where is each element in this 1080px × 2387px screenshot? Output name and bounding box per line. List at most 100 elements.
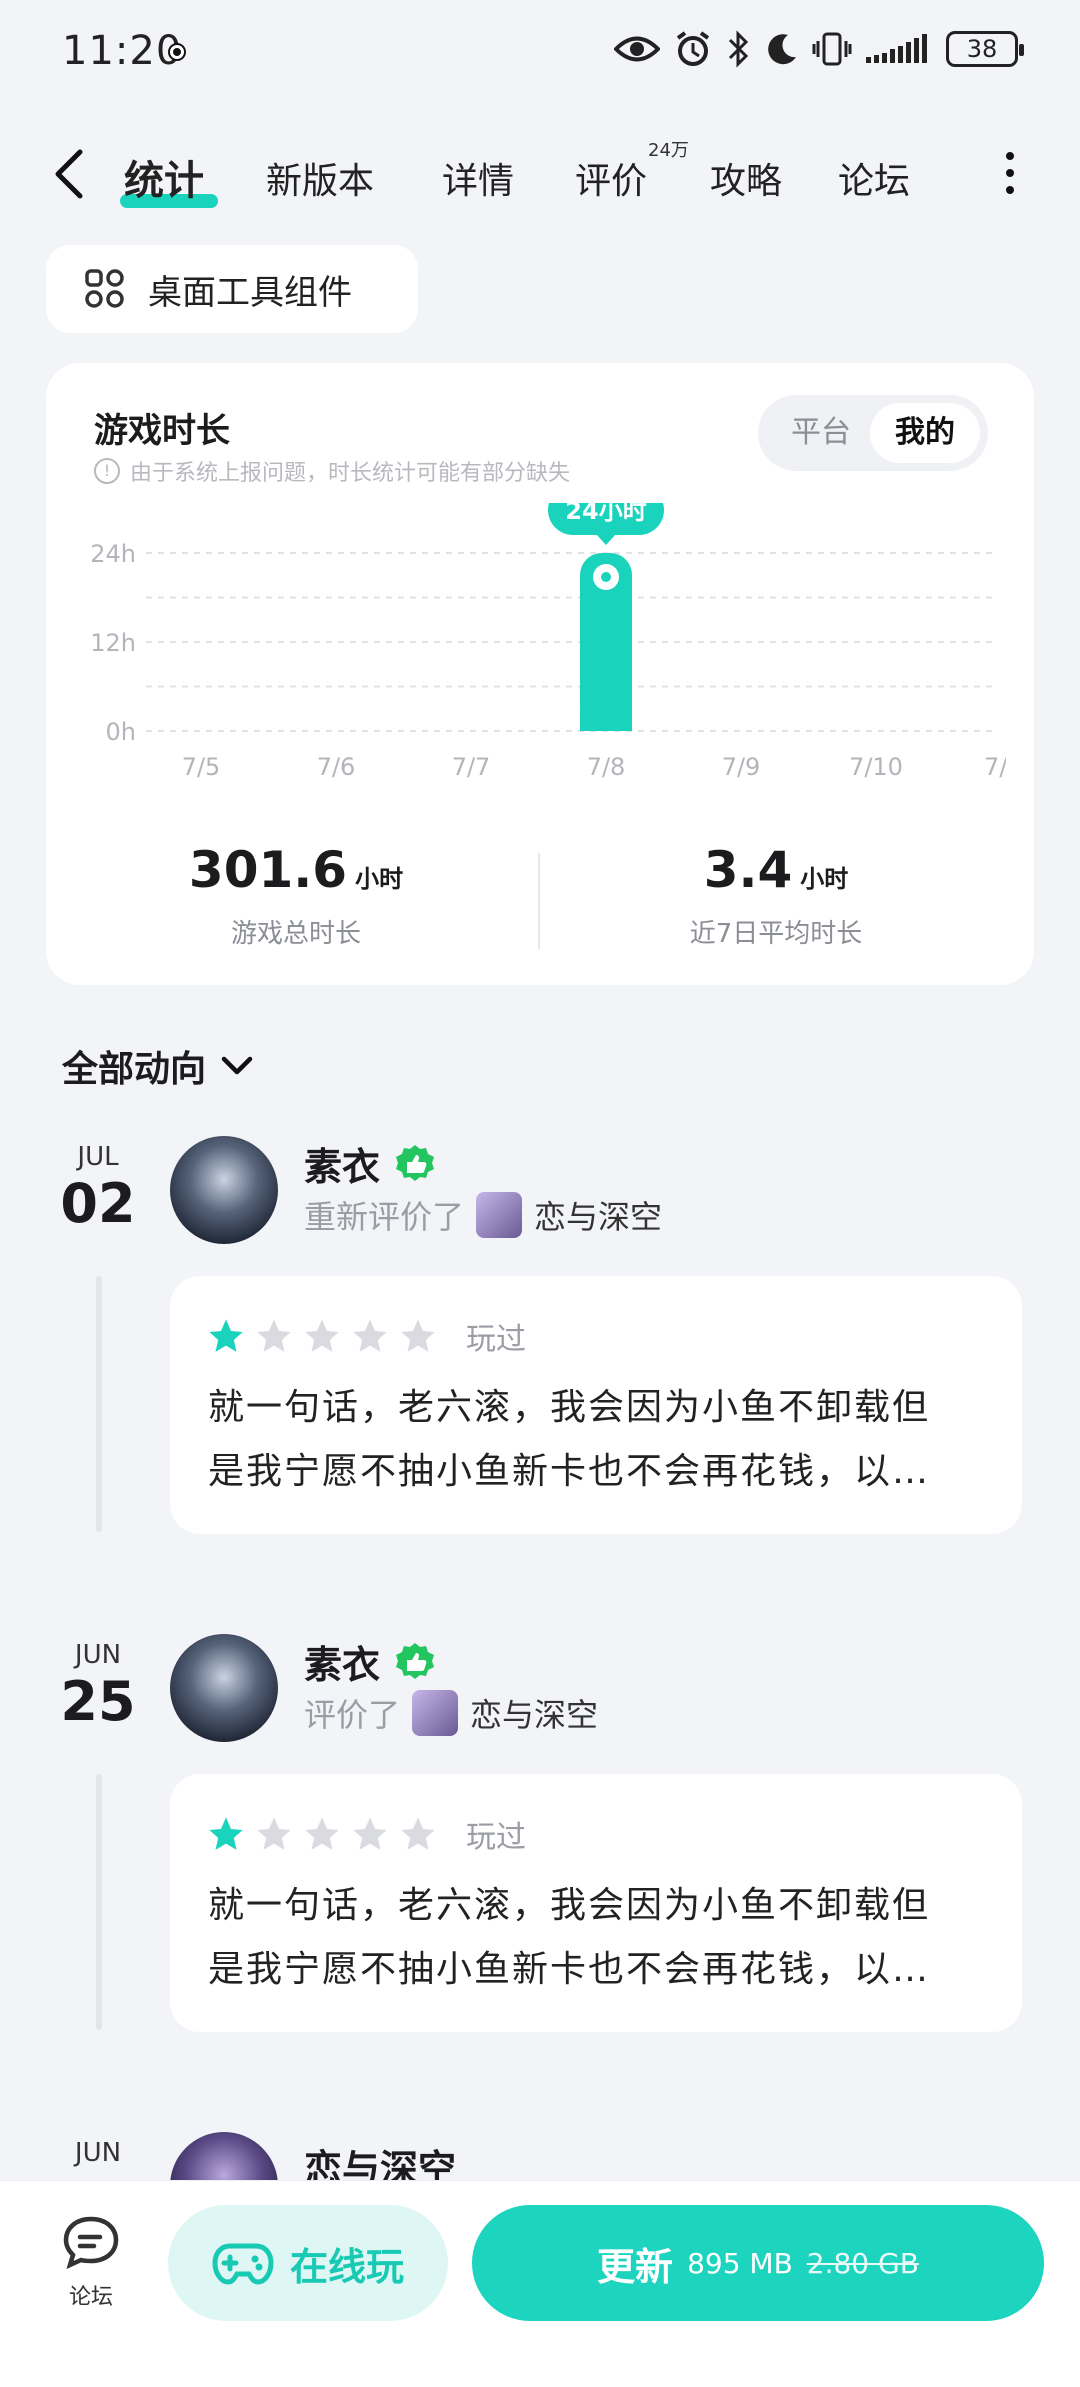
rating-stars: 玩过	[206, 1812, 526, 1856]
action-text: 重新评价了	[304, 1198, 465, 1236]
toggle-platform[interactable]: 平台	[766, 403, 876, 463]
x-tick-label: 7/7	[452, 753, 491, 781]
play-online-label: 在线玩	[289, 2244, 404, 2289]
vibrate-icon	[812, 32, 852, 66]
value-tooltip-label: 24小时	[565, 503, 646, 525]
bar-marker-dot	[601, 572, 611, 582]
grid-icon	[85, 269, 124, 308]
card-title: 游戏时长	[94, 411, 230, 451]
x-tick-label: 7/10	[849, 753, 903, 781]
user-name: 素衣	[304, 1643, 381, 1687]
x-tick-label: 7/11	[984, 753, 1006, 781]
y-tick-label: 12h	[90, 629, 136, 657]
review-card[interactable]: 玩过 就一句话，老六滚，我会因为小鱼不卸载但 是我宁愿不抽小鱼新卡也不会再花钱，…	[170, 1774, 1022, 2032]
update-button[interactable]: 更新 895 MB 2.80 GB	[472, 2205, 1044, 2321]
game-name[interactable]: 恋与深空	[534, 1192, 662, 1238]
x-tick-label: 7/9	[722, 753, 761, 781]
review-text-line: 是我宁愿不抽小鱼新卡也不会再花钱，以…	[208, 1451, 931, 1492]
star-filled-icon	[209, 1319, 243, 1352]
action-text: 评价了	[304, 1696, 401, 1734]
star-empty-icon	[353, 1817, 387, 1850]
signal-icon	[866, 34, 927, 63]
tab-forum[interactable]: 论坛	[838, 152, 910, 204]
user-name: 素衣	[304, 1145, 381, 1189]
x-tick-label: 7/8	[587, 753, 626, 781]
feed-item-day: 02	[60, 1172, 136, 1235]
star-empty-icon	[305, 1817, 339, 1850]
tab-stats[interactable]: 统计	[124, 148, 204, 206]
avg-value: 3.4	[703, 841, 793, 899]
chevron-down-icon	[221, 1056, 253, 1075]
top-nav: 统计 新版本 详情 评价 24万 攻略 论坛	[0, 130, 1080, 220]
info-icon: !	[94, 458, 120, 484]
tab-details[interactable]: 详情	[442, 152, 514, 204]
tab-new-version[interactable]: 新版本	[266, 152, 374, 204]
y-tick-label: 24h	[90, 540, 136, 568]
game-thumbnail[interactable]	[476, 1192, 523, 1238]
status-time: 11:20	[62, 28, 183, 74]
back-arrow-icon[interactable]	[50, 146, 90, 202]
feed-item-month: JUN	[74, 2138, 122, 2168]
verified-badge-icon	[396, 1642, 435, 1679]
status-icons: 38	[614, 30, 1024, 68]
update-size: 895 MB	[687, 2246, 793, 2280]
feed-item-month: JUN	[74, 1640, 122, 1670]
feed-item-user[interactable]: 素衣	[304, 1634, 436, 1689]
playtime-card: 游戏时长 ! 由于系统上报问题，时长统计可能有部分缺失 平台 我的 0h 12h 2…	[46, 363, 1034, 985]
toggle-mine[interactable]: 我的	[870, 403, 980, 463]
star-empty-icon	[401, 1817, 435, 1850]
review-card[interactable]: 玩过 就一句话，老六滚，我会因为小鱼不卸载但 是我宁愿不抽小鱼新卡也不会再花钱，…	[170, 1276, 1022, 1534]
star-empty-icon	[305, 1319, 339, 1352]
game-name[interactable]: 恋与深空	[470, 1690, 598, 1736]
x-tick-label: 7/5	[182, 753, 221, 781]
gamepad-icon	[212, 2243, 274, 2285]
value-tooltip-pointer	[596, 534, 616, 545]
bottom-action-bar: 论坛 在线玩 更新 895 MB 2.80 GB	[0, 2180, 1080, 2387]
forum-button[interactable]: 论坛	[56, 2215, 126, 2311]
review-text-line: 就一句话，老六滚，我会因为小鱼不卸载但	[208, 1885, 931, 1926]
review-text-line: 就一句话，老六滚，我会因为小鱼不卸载但	[208, 1387, 931, 1428]
total-label: 游戏总时长	[230, 919, 361, 949]
more-menu-icon[interactable]	[1000, 152, 1020, 196]
played-tag: 玩过	[466, 1820, 526, 1855]
status-bar: 11:20 38	[0, 0, 1080, 110]
feed-item-action: 评价了 恋与深空	[304, 1690, 598, 1736]
chat-bubble-icon	[63, 2216, 119, 2270]
timeline-line	[96, 1774, 102, 2030]
notification-icon	[170, 45, 184, 59]
review-text: 就一句话，老六滚，我会因为小鱼不卸载但 是我宁愿不抽小鱼新卡也不会再花钱，以…	[208, 1874, 988, 2002]
avg-label: 近7日平均时长	[689, 919, 863, 949]
feed-item-action: 重新评价了 恋与深空	[304, 1192, 662, 1238]
tab-reviews[interactable]: 评价	[575, 152, 647, 204]
stats-divider	[538, 853, 540, 949]
moon-icon	[768, 34, 796, 65]
total-value: 301.6	[188, 841, 348, 899]
desktop-widget-button[interactable]: 桌面工具组件	[46, 245, 418, 333]
eye-icon	[614, 36, 660, 62]
y-tick-label: 0h	[106, 718, 136, 746]
card-note-text: 由于系统上报问题，时长统计可能有部分缺失	[130, 461, 571, 486]
bluetooth-icon	[728, 30, 749, 68]
feed-header-label: 全部动向	[62, 1049, 207, 1090]
play-online-button[interactable]: 在线玩	[168, 2205, 448, 2321]
alarm-icon	[676, 31, 710, 66]
feed-filter-dropdown[interactable]: 全部动向	[62, 1040, 254, 1092]
game-thumbnail[interactable]	[412, 1690, 459, 1736]
playtime-chart: 0h 12h 24h 7/5 7/6 7/7 7/8 24小时 7/9 7/10 7/11	[90, 503, 1006, 781]
played-tag: 玩过	[466, 1322, 526, 1357]
tab-guides[interactable]: 攻略	[710, 152, 782, 204]
total-unit: 小时	[355, 865, 404, 893]
verified-badge-icon	[396, 1144, 435, 1181]
star-filled-icon	[209, 1817, 243, 1850]
star-empty-icon	[257, 1817, 291, 1850]
update-label: 更新	[597, 2244, 674, 2289]
feed-item-user[interactable]: 素衣	[304, 1136, 436, 1191]
total-stat: 301.6 小时	[146, 841, 446, 899]
star-empty-icon	[257, 1319, 291, 1352]
scope-toggle: 平台 我的	[758, 395, 988, 471]
timeline-line	[96, 1276, 102, 1532]
update-old-size: 2.80 GB	[806, 2246, 919, 2280]
avatar[interactable]	[170, 1136, 278, 1244]
avg-unit: 小时	[800, 865, 849, 893]
avatar[interactable]	[170, 1634, 278, 1742]
